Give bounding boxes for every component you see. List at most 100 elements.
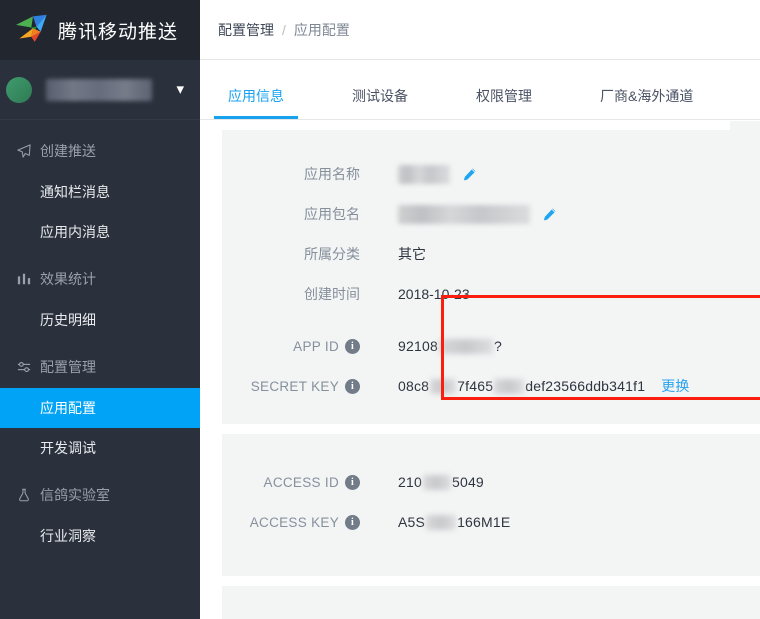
label-access-key-text: ACCESS KEY	[249, 514, 339, 530]
row-access-key: ACCESS KEY i A5S 166M1E	[222, 502, 760, 542]
access-key-suffix: 166M1E	[457, 514, 511, 530]
value-app-name	[398, 164, 477, 184]
sidebar-item-label: 开发调试	[40, 440, 96, 456]
sidebar-group-lab[interactable]: 信鸽实验室	[0, 478, 200, 512]
access-key-masked	[426, 514, 457, 530]
row-category: 所属分类 其它	[222, 234, 760, 274]
value-app-id: 92108 ?	[398, 338, 502, 354]
tab-bar: 应用信息 测试设备 权限管理 厂商&海外通道	[200, 60, 760, 120]
breadcrumb-parent[interactable]: 配置管理	[218, 20, 274, 40]
label-create-time: 创建时间	[304, 286, 360, 302]
user-account-row[interactable]: ▾	[0, 60, 200, 120]
config-panel: 应用名称 应用包名 所属分类 其它 创建时间 2018-10-23 APP ID…	[200, 120, 760, 619]
user-name-masked	[46, 78, 152, 101]
access-key-prefix: A5S	[398, 514, 426, 530]
breadcrumb: 配置管理 / 应用配置	[200, 0, 760, 60]
sidebar-group-config-management[interactable]: 配置管理	[0, 350, 200, 384]
tab-label: 测试设备	[352, 88, 408, 104]
tab-app-info[interactable]: 应用信息	[214, 86, 298, 119]
info-icon[interactable]: i	[345, 338, 360, 354]
guide-card: 一键接入指南 点击查看	[222, 586, 760, 619]
brand-title: 腾讯移动推送	[58, 21, 179, 43]
sidebar-group-create-push[interactable]: 创建推送	[0, 134, 200, 168]
sidebar: 腾讯移动推送 ▾ 创建推送 通知栏消息 应用内消息 效果统计 历史明细 配置管理…	[0, 0, 200, 619]
sidebar-item-label: 应用配置	[40, 400, 96, 416]
info-icon[interactable]: i	[345, 474, 360, 490]
breadcrumb-separator: /	[282, 21, 286, 38]
access-id-prefix: 210	[398, 474, 422, 490]
sidebar-group-label: 效果统计	[40, 271, 96, 287]
label-package-name: 应用包名	[304, 206, 360, 222]
label-app-id: APP ID i	[222, 338, 360, 354]
access-id-suffix: 5049	[451, 474, 484, 490]
bar-chart-icon	[14, 272, 34, 286]
main-content: 配置管理 / 应用配置 应用信息 测试设备 权限管理 厂商&海外通道 应用名称 …	[200, 0, 760, 619]
secret-key-part2: 7f465	[457, 378, 494, 394]
value-create-time: 2018-10-23	[398, 286, 470, 302]
app-id-masked	[438, 338, 493, 354]
sidebar-group-label: 配置管理	[40, 359, 96, 375]
edit-app-name-pencil-icon[interactable]	[462, 167, 477, 182]
value-secret-key: 08c8 7f465 def23566ddb341f1 更换	[398, 376, 690, 396]
tencent-push-logo-icon	[14, 13, 52, 47]
app-info-card: 应用名称 应用包名 所属分类 其它 创建时间 2018-10-23 APP ID…	[222, 130, 760, 424]
info-icon[interactable]: i	[345, 514, 360, 530]
secret-key-masked-1	[430, 378, 457, 394]
secret-key-masked-2	[494, 378, 525, 394]
package-name-masked	[398, 204, 530, 224]
app-root: 腾讯移动推送 ▾ 创建推送 通知栏消息 应用内消息 效果统计 历史明细 配置管理…	[0, 0, 760, 619]
label-access-id: ACCESS ID i	[222, 474, 360, 490]
tab-label: 厂商&海外通道	[600, 88, 694, 104]
sidebar-item-app-config[interactable]: 应用配置	[0, 388, 200, 428]
access-id-masked	[422, 474, 451, 490]
label-app-name: 应用名称	[304, 166, 360, 182]
row-package-name: 应用包名	[222, 194, 760, 234]
sidebar-group-label: 信鸽实验室	[40, 487, 110, 503]
value-access-key: A5S 166M1E	[398, 514, 510, 530]
info-icon[interactable]: i	[345, 378, 360, 394]
sidebar-item-industry-insight[interactable]: 行业洞察	[0, 516, 200, 556]
row-secret-key: SECRET KEY i 08c8 7f465 def23566ddb341f1…	[222, 366, 760, 406]
brand-header[interactable]: 腾讯移动推送	[0, 0, 200, 60]
sidebar-item-label: 应用内消息	[40, 224, 110, 240]
label-access-key: ACCESS KEY i	[222, 514, 360, 530]
row-app-name: 应用名称	[222, 154, 760, 194]
app-id-suffix: ?	[493, 338, 502, 354]
edit-package-name-pencil-icon[interactable]	[542, 207, 557, 222]
user-avatar	[6, 76, 32, 103]
label-category: 所属分类	[304, 246, 360, 262]
sidebar-item-label: 通知栏消息	[40, 184, 110, 200]
secret-key-part3: def23566ddb341f1	[525, 378, 646, 394]
label-secret-key: SECRET KEY i	[222, 378, 360, 394]
access-card: ACCESS ID i 210 5049 ACCESS KEY i A5S 16…	[222, 434, 760, 576]
sidebar-item-dev-debug[interactable]: 开发调试	[0, 428, 200, 468]
secret-key-part1: 08c8	[398, 378, 430, 394]
sliders-icon	[14, 360, 34, 374]
label-app-id-text: APP ID	[293, 338, 339, 354]
change-secret-key-link[interactable]: 更换	[661, 376, 689, 396]
row-create-time: 创建时间 2018-10-23	[222, 274, 760, 314]
flask-icon	[14, 488, 34, 502]
sidebar-item-notification-message[interactable]: 通知栏消息	[0, 172, 200, 212]
sidebar-menu: 创建推送 通知栏消息 应用内消息 效果统计 历史明细 配置管理 应用配置 开发调…	[0, 120, 200, 556]
tab-test-devices[interactable]: 测试设备	[346, 86, 414, 119]
sidebar-item-inapp-message[interactable]: 应用内消息	[0, 212, 200, 252]
app-id-prefix: 92108	[398, 338, 438, 354]
app-name-masked	[398, 164, 450, 184]
tab-label: 权限管理	[476, 88, 532, 104]
row-access-id: ACCESS ID i 210 5049	[222, 462, 760, 502]
tab-label: 应用信息	[228, 88, 284, 104]
row-app-id: APP ID i 92108 ?	[222, 326, 760, 366]
chevron-down-icon[interactable]: ▾	[176, 82, 184, 97]
label-access-id-text: ACCESS ID	[263, 474, 339, 490]
breadcrumb-current: 应用配置	[293, 21, 350, 38]
tab-permission-management[interactable]: 权限管理	[470, 86, 538, 119]
sidebar-group-label: 创建推送	[40, 143, 96, 159]
sidebar-item-history-detail[interactable]: 历史明细	[0, 300, 200, 340]
value-access-id: 210 5049	[398, 474, 484, 490]
sidebar-group-statistics[interactable]: 效果统计	[0, 262, 200, 296]
tab-vendor-overseas-channel[interactable]: 厂商&海外通道	[594, 86, 699, 119]
